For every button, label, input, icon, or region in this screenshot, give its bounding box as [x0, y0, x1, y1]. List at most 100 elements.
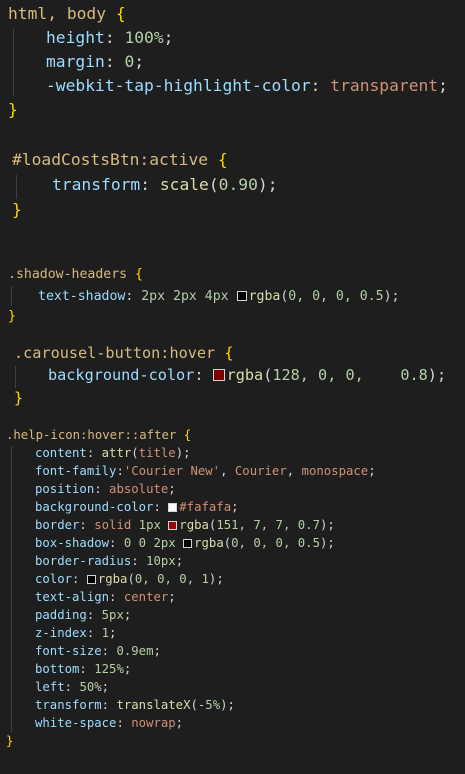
code-line: transform: translateX(-5%);: [35, 698, 235, 712]
code-line: border: solid 1px rgba(151, 7, 7, 0.7);: [35, 518, 335, 532]
close-brace: }: [8, 100, 18, 119]
indent-guide: [11, 446, 12, 732]
css-property: font-family: [35, 464, 117, 478]
code-line: background-color: rgba(128, 0, 0, 0.8);: [48, 366, 447, 384]
color-swatch[interactable]: [183, 539, 193, 548]
css-value: 2px: [153, 536, 176, 550]
code-line: }: [8, 310, 16, 323]
color-swatch[interactable]: [168, 503, 178, 512]
css-value: 125%: [94, 662, 124, 676]
css-property: font-size: [35, 644, 102, 658]
indent-guide: [15, 366, 16, 388]
code-editor[interactable]: html, body { height: 100%; margin: 0; -w…: [0, 0, 465, 774]
css-property: box-shadow: [35, 536, 110, 550]
css-value: Courier: [234, 464, 287, 478]
close-brace: }: [6, 734, 14, 748]
css-value: 0: [138, 536, 147, 550]
close-brace: }: [14, 389, 24, 407]
css-value: 0, 0, 0, 1: [134, 572, 209, 586]
css-function: rgba: [194, 536, 224, 550]
css-value: #fafafa: [179, 500, 232, 514]
css-function: rgba: [97, 572, 128, 586]
open-brace: {: [217, 150, 228, 169]
color-swatch[interactable]: [236, 291, 247, 301]
css-function: rgba: [179, 518, 209, 532]
code-line: }: [14, 389, 24, 407]
css-value: 10px: [146, 554, 176, 568]
css-property: text-shadow: [38, 289, 126, 304]
css-value: solid: [94, 518, 132, 532]
css-function: rgba: [226, 366, 264, 384]
css-property: height: [46, 28, 105, 47]
code-line: }: [12, 200, 22, 219]
css-selector: html, body: [8, 4, 107, 23]
code-line: padding: 5px;: [35, 608, 132, 622]
css-value: 1: [101, 626, 110, 640]
css-value: 0, 0, 0, 0.5: [231, 536, 320, 550]
css-selector: .carousel-button:hover: [14, 344, 216, 362]
code-line: -webkit-tap-highlight-color: transparent…: [46, 76, 448, 95]
close-brace: }: [12, 200, 22, 219]
close-brace: }: [8, 309, 16, 324]
css-value: 0.8: [400, 366, 428, 384]
css-property: background-color: [48, 366, 195, 384]
code-line: }: [8, 100, 18, 119]
css-property: border-radius: [35, 554, 132, 568]
css-value: 0: [123, 536, 132, 550]
css-value: monospace: [301, 464, 369, 478]
code-line: z-index: 1;: [35, 626, 117, 640]
code-line: font-family:'Courier New', Courier, mono…: [35, 464, 376, 478]
css-value: 128, 0, 0,: [272, 366, 364, 384]
css-property: margin: [46, 52, 105, 71]
css-function: scale: [159, 175, 209, 194]
code-line: .carousel-button:hover {: [14, 344, 233, 362]
color-swatch[interactable]: [168, 521, 178, 530]
indent-guide: [13, 28, 14, 96]
css-value: 0, 0, 0, 0.5: [288, 289, 384, 304]
css-value: 0.90: [218, 175, 258, 194]
code-line: font-size: 0.9em;: [35, 644, 161, 658]
code-line: margin: 0;: [46, 52, 145, 71]
code-line: .help-icon:hover::after {: [6, 429, 191, 441]
code-line: border-radius: 10px;: [35, 554, 184, 568]
css-property: content: [35, 446, 87, 460]
code-line: content: attr(title);: [35, 446, 191, 460]
open-brace: {: [183, 428, 192, 442]
code-line: #loadCostsBtn:active {: [12, 150, 228, 169]
code-line: text-shadow: 2px 2px 4px rgba(0, 0, 0, 0…: [38, 289, 400, 304]
css-value: 2px: [141, 289, 166, 304]
css-property: left: [35, 680, 65, 694]
css-value: 0.9em: [116, 644, 154, 658]
code-line: position: absolute;: [35, 482, 176, 496]
code-line: box-shadow: 0 0 2px rgba(0, 0, 0, 0.5);: [35, 536, 335, 550]
code-line: bottom: 125%;: [35, 662, 132, 676]
color-swatch[interactable]: [86, 575, 96, 584]
css-property: -webkit-tap-highlight-color: [46, 76, 311, 95]
code-line: left: 50%;: [35, 680, 110, 694]
css-value: 4px: [204, 289, 229, 304]
code-line: height: 100%;: [46, 28, 174, 47]
css-property: border: [35, 518, 80, 532]
css-property: z-index: [35, 626, 87, 640]
css-selector: #loadCostsBtn:active: [12, 150, 209, 169]
open-brace: {: [135, 267, 143, 282]
css-function: attr: [101, 446, 132, 460]
css-property: transform: [52, 175, 141, 194]
css-value: transparent: [330, 76, 439, 95]
color-swatch[interactable]: [212, 369, 225, 381]
css-value: 0: [124, 52, 135, 71]
code-line: html, body {: [8, 4, 126, 23]
css-property: bottom: [35, 662, 80, 676]
css-property: transform: [35, 698, 102, 712]
css-function: rgba: [248, 289, 281, 304]
code-line: transform: scale(0.90);: [52, 175, 278, 194]
open-brace: {: [115, 4, 126, 23]
code-line: text-align: center;: [35, 590, 176, 604]
css-property: background-color: [35, 500, 154, 514]
css-selector: .shadow-headers: [8, 267, 128, 282]
css-value: 100%: [124, 28, 164, 47]
css-value: center: [123, 590, 169, 604]
css-selector: .help-icon:hover::after: [6, 428, 177, 442]
css-value: 5px: [101, 608, 124, 622]
css-value: nowrap: [131, 716, 176, 730]
